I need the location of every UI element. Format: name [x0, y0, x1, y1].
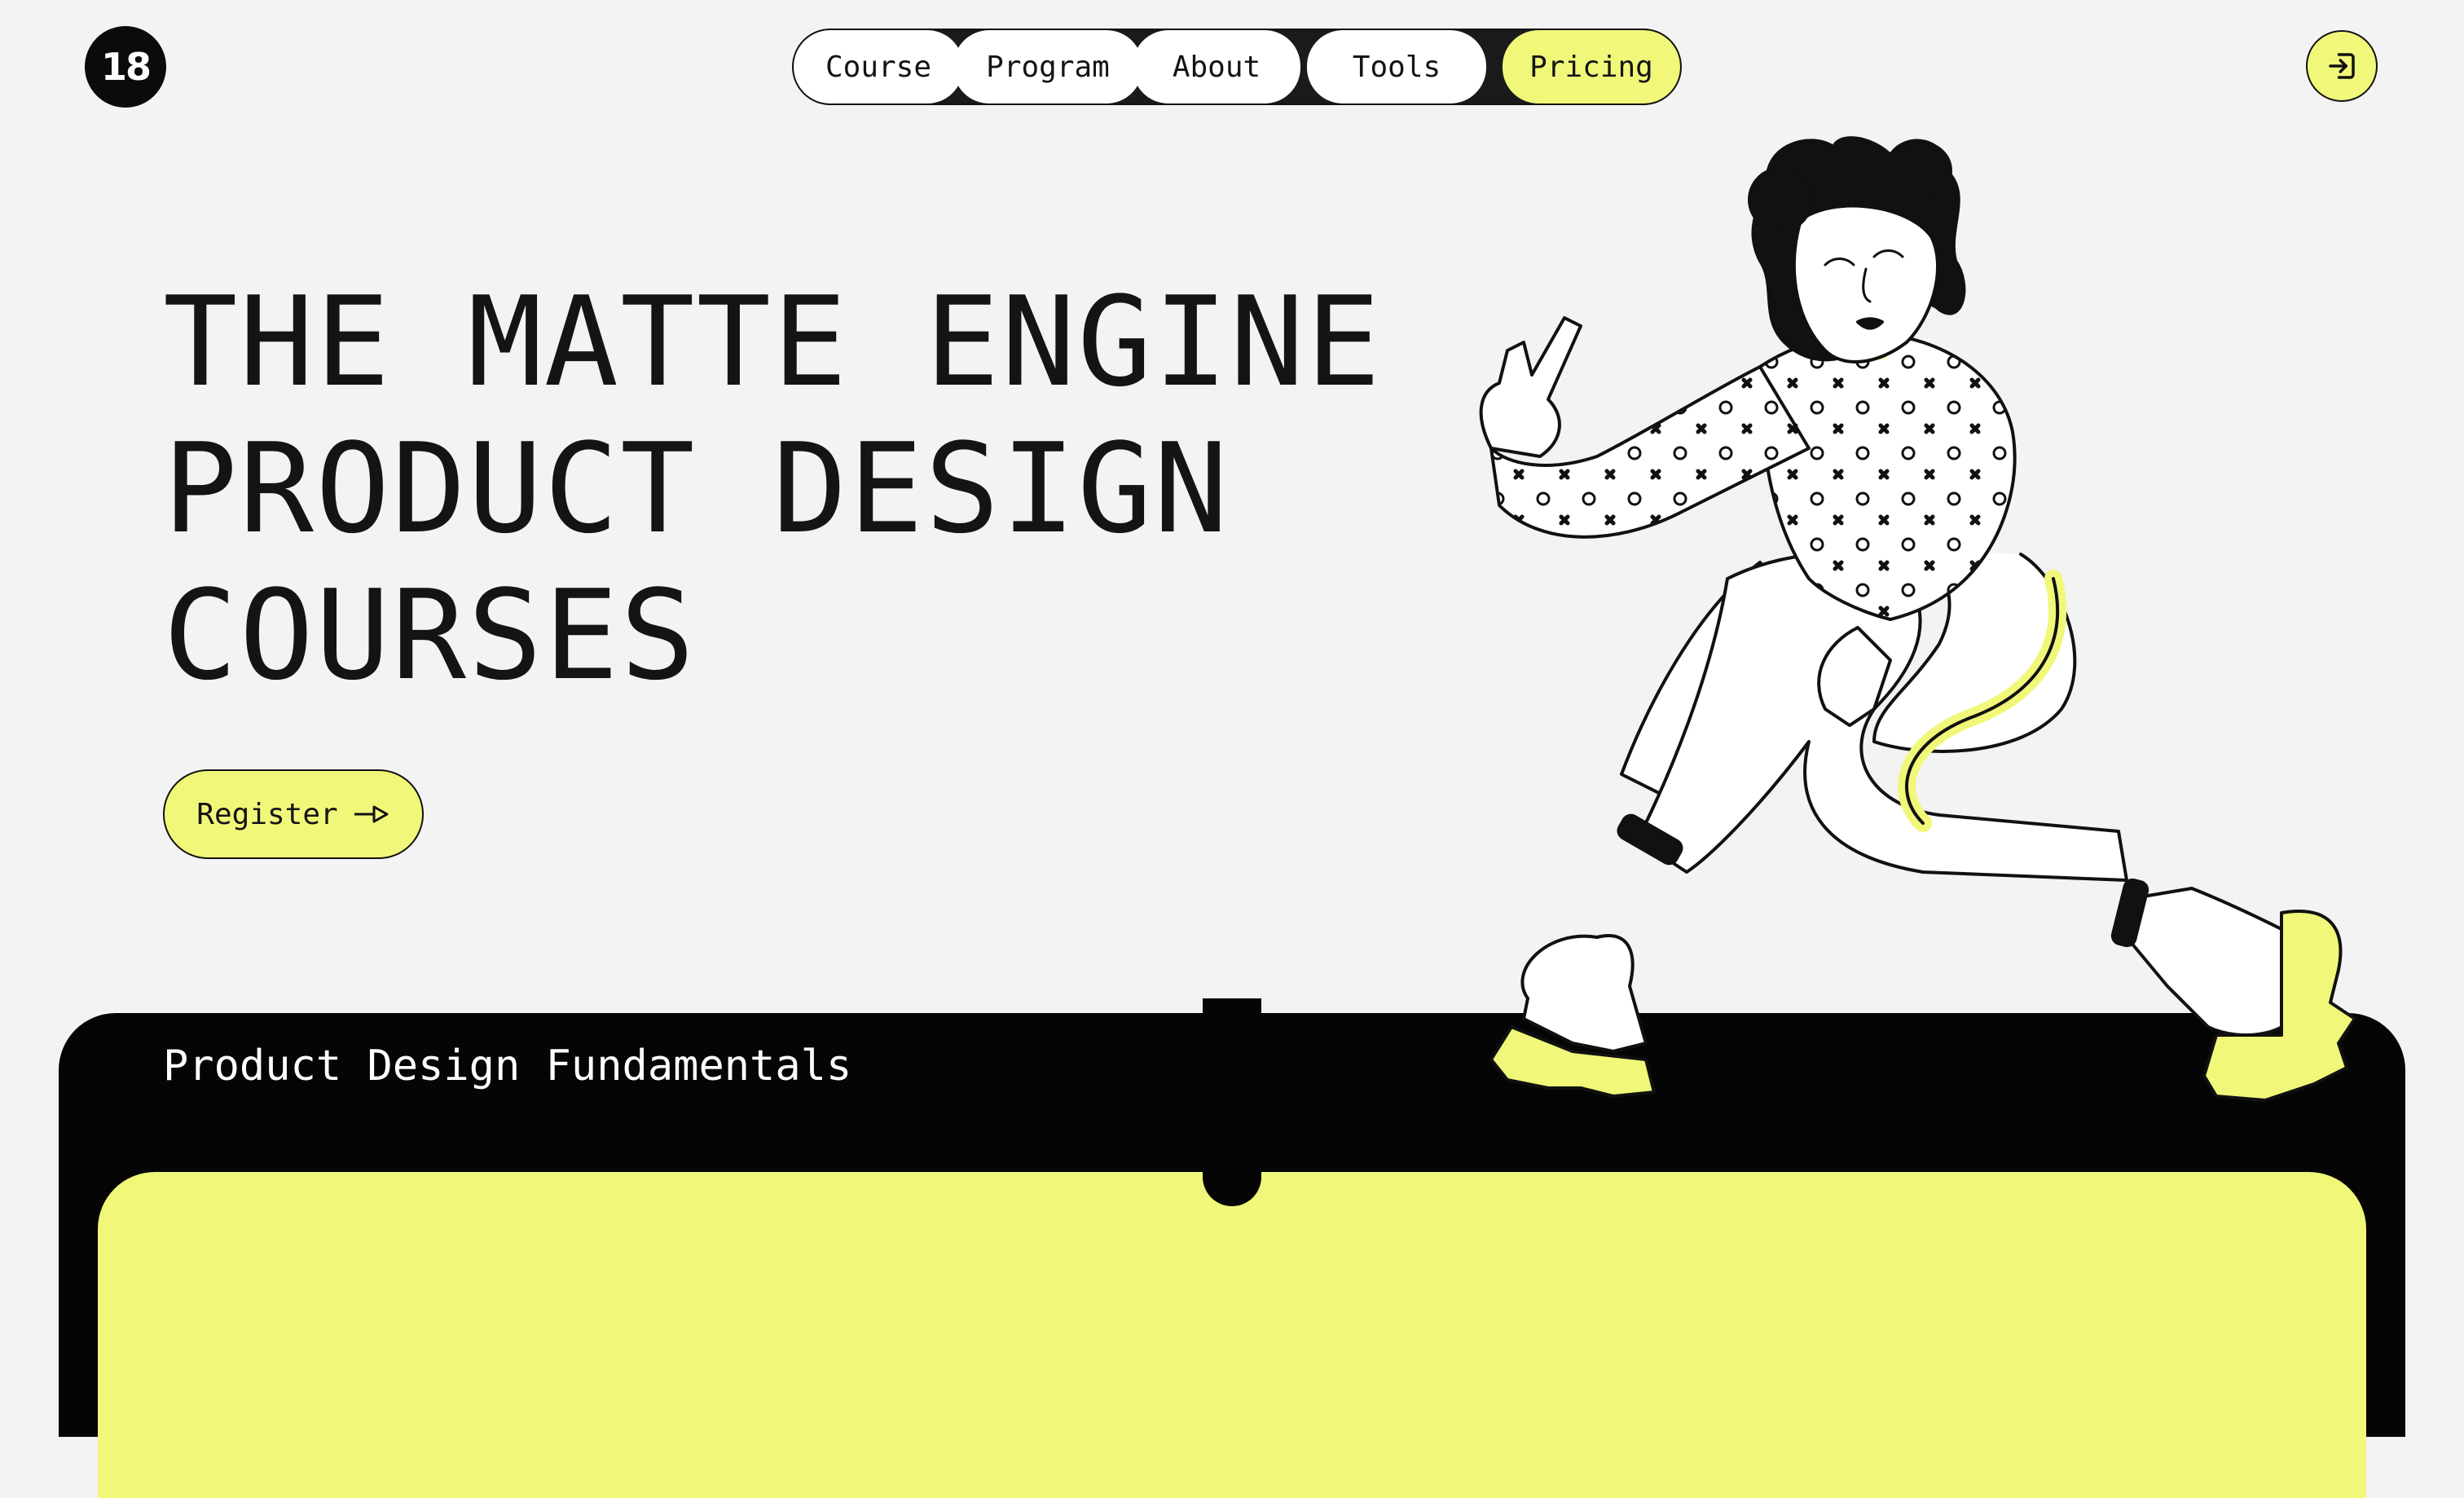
- hero-title-line: COURSES: [163, 563, 697, 707]
- nav-item-course[interactable]: Course: [794, 30, 963, 104]
- nav-item-label: Pricing: [1529, 50, 1653, 84]
- nav-item-about[interactable]: About: [1133, 30, 1300, 104]
- logo[interactable]: 18: [85, 26, 166, 108]
- character-illustration: [1479, 136, 2356, 1102]
- section-title: Product Design Fundamentals: [163, 1042, 852, 1090]
- hero-title-line: THE MATTE ENGINE: [163, 270, 1383, 414]
- hero-title-line: PRODUCT DESIGN: [163, 416, 1230, 561]
- nav-item-program[interactable]: Program: [953, 30, 1142, 104]
- arrow-right-icon: [354, 805, 389, 823]
- register-label: Register: [196, 797, 338, 831]
- login-button[interactable]: [2306, 30, 2378, 102]
- nav-item-label: Tools: [1352, 50, 1441, 84]
- register-button[interactable]: Register: [163, 769, 424, 859]
- main-nav: Course Program About Tools Pricing: [792, 29, 1682, 105]
- nav-item-label: About: [1172, 50, 1261, 84]
- nav-item-label: Program: [986, 50, 1110, 84]
- nav-item-pricing[interactable]: Pricing: [1503, 30, 1680, 104]
- login-icon: [2329, 53, 2355, 79]
- nav-item-label: Course: [825, 50, 932, 84]
- course-card: [98, 1172, 2366, 1498]
- nav-item-tools[interactable]: Tools: [1307, 30, 1486, 104]
- hero-title: THE MATTE ENGINE PRODUCT DESIGN COURSES: [163, 269, 1382, 709]
- logo-text: 18: [100, 45, 152, 89]
